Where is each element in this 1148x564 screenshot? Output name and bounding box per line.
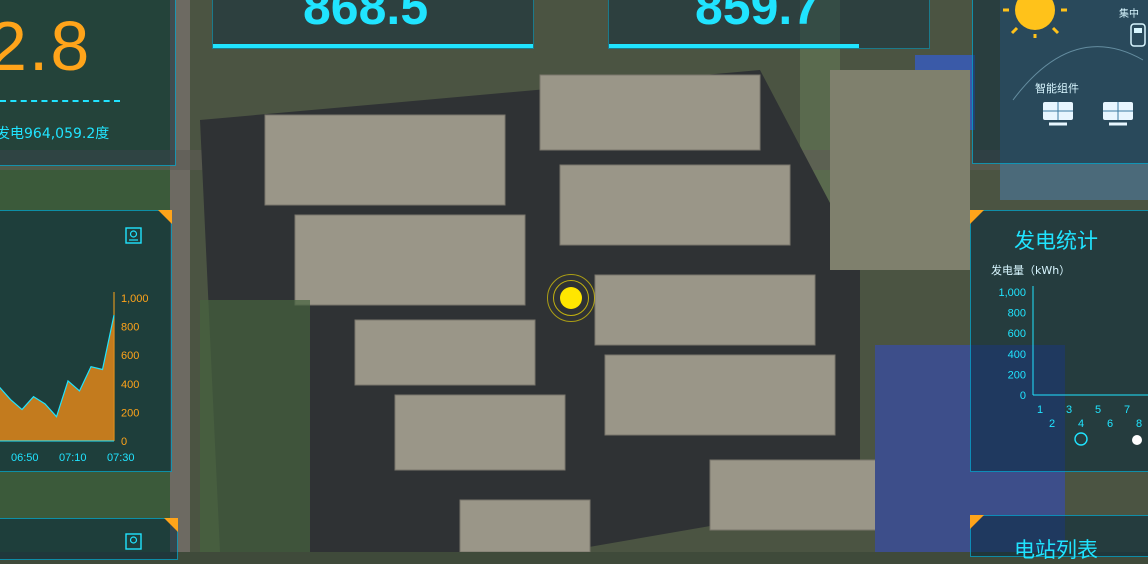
y-tick-label: 800 <box>1008 308 1026 320</box>
panel-corner <box>164 518 178 532</box>
solar-panel-icon[interactable] <box>1099 100 1139 130</box>
right-chart-panel: 发电统计 发电量（kWh） 1,000800600400200013579246… <box>970 210 1148 472</box>
y-tick-label: 400 <box>1008 349 1026 361</box>
toggle-dot[interactable] <box>1132 435 1142 445</box>
top-center-left-box: 868.5 <box>212 0 534 49</box>
station-list-title: 电站列表 <box>1014 538 1098 562</box>
report-icon[interactable] <box>125 533 143 551</box>
y-tick-label: 200 <box>121 407 139 419</box>
collector-icon[interactable] <box>1130 23 1148 49</box>
total-value: 2.8 <box>0 7 92 85</box>
left-chart-panel: 1,000 800 600 400 200 0 06:50 07:10 07:30 <box>0 210 172 472</box>
panel-corner <box>970 515 984 529</box>
value-left: 868.5 <box>303 0 429 35</box>
x-tick-label: 8 <box>1136 418 1142 430</box>
y-tick-label: 0 <box>1020 390 1026 402</box>
x-tick-label: 07:30 <box>107 452 135 464</box>
value-right: 859.7 <box>695 0 821 35</box>
x-tick-label: 6 <box>1107 418 1113 430</box>
y-tick-label: 600 <box>1008 328 1026 340</box>
x-tick-label: 7 <box>1124 404 1130 416</box>
generation-bar-chart: 1,000800600400200013579246810 <box>998 286 1148 430</box>
x-tick-label: 1 <box>1037 404 1043 416</box>
top-left-panel: 2.8 发电964,059.2度 <box>0 0 176 166</box>
bottom-left-panel <box>0 518 178 560</box>
area-series <box>0 315 114 441</box>
solar-panel-icon[interactable] <box>1039 100 1079 130</box>
y-tick-label: 400 <box>121 379 139 391</box>
top-center-right-box: 859.7 <box>608 0 930 49</box>
station-list-panel: 电站列表 <box>970 515 1148 562</box>
x-tick-label: 07:10 <box>59 452 87 464</box>
marker-dot <box>560 287 582 309</box>
y-tick-label: 1,000 <box>121 293 149 305</box>
generation-total: 发电964,059.2度 <box>0 126 110 142</box>
y-tick-label: 800 <box>121 322 139 334</box>
x-tick-label: 5 <box>1095 404 1101 416</box>
divider <box>0 100 120 102</box>
x-tick-label: 2 <box>1049 418 1055 430</box>
module-label: 智能组件 <box>1035 82 1079 95</box>
x-tick-label: 3 <box>1066 404 1072 416</box>
y-tick-label: 600 <box>121 350 139 362</box>
top-right-panel: 集中 智能组件 <box>972 0 1148 164</box>
y-tick-label: 1,000 <box>998 287 1026 299</box>
x-tick-label: 4 <box>1078 418 1084 430</box>
x-tick-label: 06:50 <box>11 452 39 464</box>
location-marker[interactable] <box>547 274 595 322</box>
generation-area-chart: 1,000 800 600 400 200 0 06:50 07:10 07:30 <box>0 292 149 464</box>
y-tick-label: 0 <box>121 436 127 448</box>
clock-icon[interactable] <box>1073 431 1089 447</box>
y-tick-label: 200 <box>1008 369 1026 381</box>
collector-label: 集中 <box>1119 9 1139 20</box>
